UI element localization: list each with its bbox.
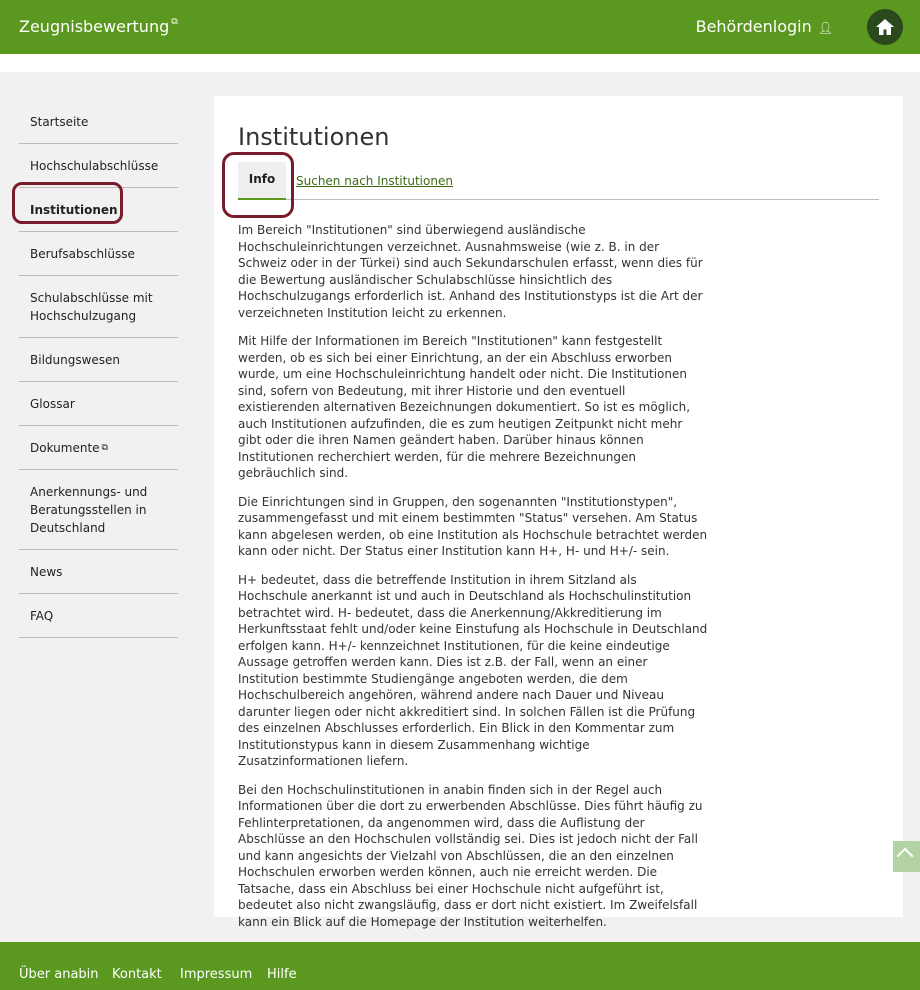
sidebar-item-schulabschluesse[interactable]: Schulabschlüsse mit Hochschulzugang bbox=[19, 276, 178, 338]
brand-label: Zeugnisbewertung bbox=[19, 17, 170, 36]
footer-link-imprint[interactable]: Impressum bbox=[180, 967, 252, 982]
info-text: Im Bereich "Institutionen" sind überwieg… bbox=[238, 222, 708, 942]
footer-link-help[interactable]: Hilfe bbox=[267, 967, 297, 982]
tab-search-institutions[interactable]: Suchen nach Institutionen bbox=[296, 174, 453, 188]
paragraph: Mit Hilfe der Informationen im Bereich "… bbox=[238, 334, 691, 480]
scroll-to-top-button[interactable] bbox=[893, 841, 920, 872]
sidebar-item-label: FAQ bbox=[30, 609, 54, 623]
footer: Über anabin Kontakt Impressum Hilfe bbox=[0, 942, 920, 990]
home-button[interactable] bbox=[867, 9, 903, 45]
page-title: Institutionen bbox=[238, 123, 390, 151]
sidebar-item-label: Berufsabschlüsse bbox=[30, 247, 135, 261]
sidebar-item-bildungswesen[interactable]: Bildungswesen bbox=[19, 338, 178, 382]
home-icon bbox=[876, 19, 894, 35]
sidebar-nav: Startseite Hochschulabschlüsse Instituti… bbox=[19, 100, 178, 638]
paragraph: Im Bereich "Institutionen" sind überwieg… bbox=[238, 223, 703, 320]
chevron-up-icon bbox=[896, 847, 914, 865]
paragraph: Bei den Hochschulinstitutionen in anabin… bbox=[238, 782, 703, 929]
login-label: Behördenlogin bbox=[695, 17, 812, 36]
tab-bar: Info Suchen nach Institutionen bbox=[238, 162, 879, 200]
sidebar-item-label: Hochschulabschlüsse bbox=[30, 159, 159, 173]
sidebar-item-label: Schulabschlüsse mit Hochschulzugang bbox=[30, 291, 153, 323]
main-content: Institutionen Info Suchen nach Instituti… bbox=[214, 96, 903, 929]
sidebar-item-label: Bildungswesen bbox=[30, 353, 121, 367]
sidebar-item-label: Glossar bbox=[30, 397, 75, 411]
sidebar-item-label: News bbox=[30, 565, 63, 579]
sidebar-item-label: Anerkennungs- und Beratungsstellen in De… bbox=[30, 485, 148, 535]
highlight-ring-nav bbox=[12, 182, 123, 224]
top-bar: Zeugnisbewertung ⧉ Behördenlogin 👤︎ bbox=[0, 0, 920, 54]
sidebar-item-berufsabschluesse[interactable]: Berufsabschlüsse bbox=[19, 232, 178, 276]
sidebar-item-dokumente[interactable]: Dokumente ⧉ bbox=[19, 426, 178, 470]
paragraph: H+ bedeutet, dass die betreffende Instit… bbox=[238, 572, 708, 769]
sidebar-item-news[interactable]: News bbox=[19, 550, 178, 594]
person-icon: 👤︎ bbox=[817, 21, 833, 35]
authority-login-link[interactable]: Behördenlogin 👤︎ bbox=[696, 17, 833, 36]
sidebar-item-glossar[interactable]: Glossar bbox=[19, 382, 178, 426]
sidebar-item-label: Startseite bbox=[30, 115, 89, 129]
sidebar-item-faq[interactable]: FAQ bbox=[19, 594, 178, 638]
highlight-ring-tab bbox=[222, 152, 294, 218]
sidebar-item-anerkennungsstellen[interactable]: Anerkennungs- und Beratungsstellen in De… bbox=[19, 470, 178, 550]
footer-link-contact[interactable]: Kontakt bbox=[112, 967, 162, 982]
brand-link[interactable]: Zeugnisbewertung ⧉ bbox=[19, 17, 178, 36]
external-link-icon: ⧉ bbox=[171, 17, 178, 27]
header-spacer bbox=[0, 54, 920, 72]
external-link-icon: ⧉ bbox=[101, 443, 108, 453]
footer-link-about[interactable]: Über anabin bbox=[19, 967, 99, 982]
sidebar-item-startseite[interactable]: Startseite bbox=[19, 100, 178, 144]
paragraph: Die Einrichtungen sind in Gruppen, den s… bbox=[238, 494, 708, 559]
sidebar-item-label: Dokumente bbox=[30, 441, 100, 455]
